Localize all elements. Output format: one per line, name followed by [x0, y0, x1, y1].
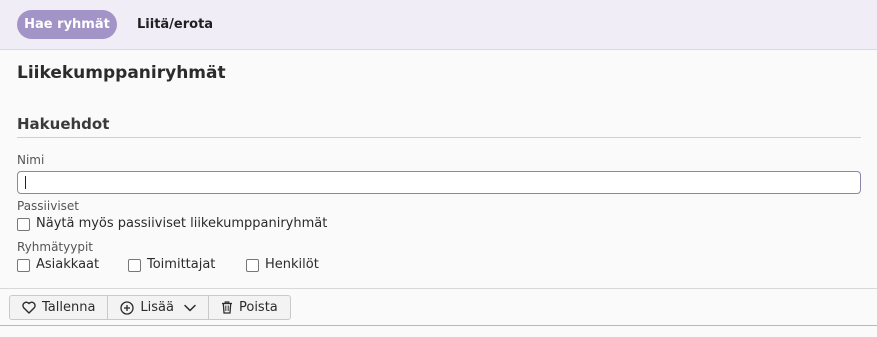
tab-hae-ryhmat[interactable]: Hae ryhmät — [17, 10, 117, 39]
checkbox-box[interactable] — [246, 258, 259, 272]
section-divider — [17, 137, 861, 138]
group-type-suppliers-label: Toimittajat — [147, 257, 216, 272]
save-button[interactable]: Tallenna — [10, 296, 107, 319]
page-title: Liikekumppaniryhmät — [17, 63, 226, 83]
add-button-label: Lisää — [140, 300, 174, 315]
group-types-label: Ryhmätyypit — [17, 240, 93, 254]
group-type-customers-checkbox[interactable]: Asiakkaat — [17, 257, 99, 273]
action-toolbar: Tallenna Lisää Poista — [9, 295, 291, 320]
top-tab-bar: Hae ryhmät Liitä/erota — [0, 0, 877, 50]
chevron-down-icon[interactable] — [184, 304, 196, 312]
checkbox-box[interactable] — [17, 258, 30, 272]
group-type-suppliers-checkbox[interactable]: Toimittajat — [128, 257, 215, 273]
name-field-label: Nimi — [17, 153, 45, 167]
show-passive-checkbox-label: Näytä myös passiiviset liikekumppaniryhm… — [36, 216, 328, 231]
show-passive-checkbox[interactable]: Näytä myös passiiviset liikekumppaniryhm… — [17, 216, 327, 232]
trash-icon — [221, 301, 233, 314]
checkbox-box[interactable] — [128, 258, 141, 272]
tab-liita-erota[interactable]: Liitä/erota — [137, 10, 213, 39]
plus-circle-icon — [120, 300, 135, 315]
delete-button[interactable]: Poista — [207, 296, 290, 319]
section-title-search-criteria: Hakuehdot — [17, 115, 110, 133]
checkbox-box[interactable] — [17, 217, 30, 231]
save-button-label: Tallenna — [42, 300, 96, 315]
toolbar-divider-top — [0, 288, 877, 289]
group-type-persons-label: Henkilöt — [265, 257, 319, 272]
group-type-persons-checkbox[interactable]: Henkilöt — [246, 257, 319, 273]
heart-icon — [22, 301, 36, 314]
name-input[interactable] — [17, 171, 861, 194]
group-type-customers-label: Asiakkaat — [36, 257, 100, 272]
passive-field-label: Passiiviset — [17, 199, 79, 213]
toolbar-divider-bottom — [0, 325, 877, 326]
delete-button-label: Poista — [238, 300, 278, 315]
add-button[interactable]: Lisää — [107, 296, 208, 319]
text-caret — [25, 176, 26, 189]
